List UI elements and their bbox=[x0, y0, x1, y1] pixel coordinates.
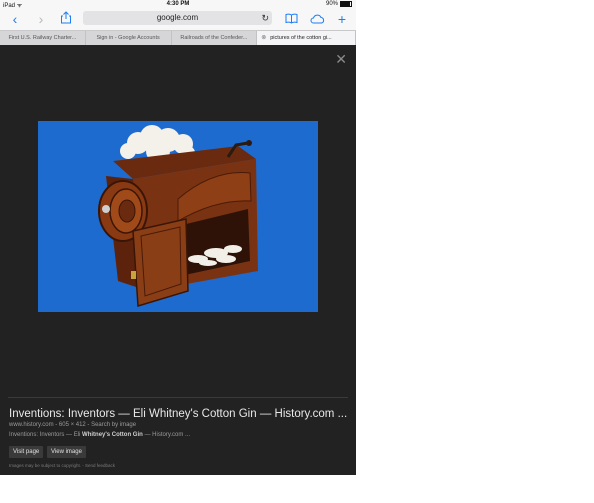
forward-icon[interactable]: › bbox=[33, 11, 49, 27]
tab-label: Sign in - Google Accounts bbox=[96, 35, 160, 41]
image-viewer: ✕ Inventions: Inventors — Eli Whitney's … bbox=[0, 45, 356, 475]
visit-page-button[interactable]: Visit page bbox=[9, 446, 44, 458]
tab-railroads-confederacy[interactable]: Railroads of the Confeder... bbox=[172, 31, 258, 45]
snippet-text: — History.com ... bbox=[142, 432, 191, 438]
tab-bar: First U.S. Railway Charter... Sign in - … bbox=[0, 30, 356, 45]
icloud-tabs-icon[interactable] bbox=[309, 11, 325, 27]
view-image-button[interactable]: View image bbox=[47, 446, 86, 458]
tab-label: pictures of the cotton gi... bbox=[270, 35, 332, 41]
cotton-gin-photo[interactable] bbox=[38, 121, 318, 312]
tab-close-icon[interactable]: ⊗ bbox=[261, 31, 266, 45]
browser-window: iPad ᯤ 4:30 PM 90% ‹ › google.com ↻ + Fi… bbox=[0, 0, 356, 475]
close-icon[interactable]: ✕ bbox=[335, 52, 347, 66]
snippet-text: Inventions: Inventors — Eli bbox=[9, 432, 83, 438]
battery-icon bbox=[340, 1, 352, 7]
bookmarks-icon[interactable] bbox=[283, 11, 299, 27]
new-tab-icon[interactable]: + bbox=[334, 11, 350, 27]
address-bar[interactable]: google.com ↻ bbox=[83, 11, 272, 25]
tab-label: Railroads of the Confeder... bbox=[180, 35, 248, 41]
snippet-highlight: Whitney's Cotton Gin bbox=[82, 432, 143, 438]
image-snippet: Inventions: Inventors — Eli Whitney's Co… bbox=[9, 432, 190, 438]
browser-toolbar: ‹ › google.com ↻ + bbox=[0, 9, 356, 29]
tab-label: First U.S. Railway Charter... bbox=[8, 35, 77, 41]
clock: 4:30 PM bbox=[166, 1, 190, 7]
url-text: google.com bbox=[156, 13, 199, 22]
tab-railway-charter[interactable]: First U.S. Railway Charter... bbox=[0, 31, 86, 45]
reload-icon[interactable]: ↻ bbox=[261, 11, 269, 25]
divider bbox=[8, 397, 348, 398]
status-bar: iPad ᯤ 4:30 PM 90% bbox=[0, 0, 356, 9]
image-source-line: www.history.com - 605 × 412 - Search by … bbox=[9, 422, 137, 428]
battery-status: 90% bbox=[326, 1, 352, 7]
battery-percent: 90% bbox=[325, 1, 338, 7]
copyright-notice: Images may be subject to copyright. - Se… bbox=[9, 463, 116, 468]
back-icon[interactable]: ‹ bbox=[7, 11, 23, 27]
tab-cotton-gin-pictures[interactable]: ⊗ pictures of the cotton gi... bbox=[257, 31, 356, 45]
share-icon[interactable] bbox=[58, 11, 74, 27]
tab-google-sign-in[interactable]: Sign in - Google Accounts bbox=[86, 31, 172, 45]
image-result-title[interactable]: Inventions: Inventors — Eli Whitney's Co… bbox=[9, 408, 347, 420]
